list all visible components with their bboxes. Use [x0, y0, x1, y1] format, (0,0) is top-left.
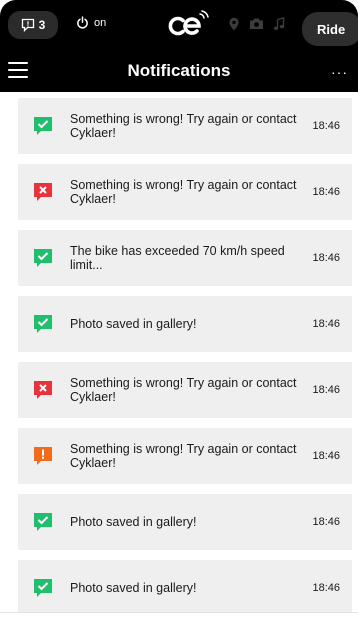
check-icon — [34, 315, 52, 333]
notification-item[interactable]: Photo saved in gallery! 18:46 — [18, 296, 352, 352]
location-pin-icon — [229, 17, 239, 31]
notification-time: 18:46 — [312, 186, 340, 198]
notification-item[interactable]: Something is wrong! Try again or contact… — [18, 428, 352, 484]
notification-time: 18:46 — [312, 516, 340, 528]
notification-item[interactable]: The bike has exceeded 70 km/h speed limi… — [18, 230, 352, 286]
notification-item[interactable]: Photo saved in gallery! 18:46 — [18, 494, 352, 550]
header-bar: Notifications ··· — [0, 52, 358, 92]
status-bar: 3 on Ride — [0, 0, 358, 52]
cyklaer-logo-icon — [168, 10, 209, 36]
check-icon — [34, 117, 52, 135]
camera-icon — [250, 18, 263, 29]
bottom-edge — [0, 612, 358, 631]
notification-time: 18:46 — [312, 450, 340, 462]
notification-count: 3 — [38, 18, 46, 32]
x-icon — [34, 183, 52, 201]
power-label: on — [94, 16, 107, 29]
music-note-icon — [273, 17, 285, 30]
message-alert-icon — [21, 18, 34, 32]
ride-button[interactable]: Ride — [302, 12, 358, 46]
notification-time: 18:46 — [312, 582, 340, 594]
notification-message: Something is wrong! Try again or contact… — [70, 376, 297, 404]
notification-message: Something is wrong! Try again or contact… — [70, 442, 297, 470]
notification-time: 18:46 — [312, 252, 340, 264]
exclamation-icon — [34, 447, 52, 465]
notification-item[interactable]: Something is wrong! Try again or contact… — [18, 164, 352, 220]
notification-message: Photo saved in gallery! — [70, 515, 197, 529]
notification-message: Something is wrong! Try again or contact… — [70, 178, 297, 206]
notification-count-button[interactable]: 3 — [8, 11, 58, 39]
power-icon — [77, 16, 88, 29]
power-toggle[interactable]: on — [76, 16, 106, 29]
check-icon — [34, 249, 52, 267]
page-title: Notifications — [127, 61, 231, 80]
check-icon — [34, 579, 52, 597]
notification-item[interactable]: Photo saved in gallery! 18:46 — [18, 560, 352, 616]
notification-message: Photo saved in gallery! — [70, 317, 197, 331]
notification-message: Photo saved in gallery! — [70, 581, 197, 595]
check-icon — [34, 513, 52, 531]
notification-time: 18:46 — [312, 384, 340, 396]
notification-time: 18:46 — [312, 120, 340, 132]
more-options-button[interactable]: ··· — [331, 64, 348, 80]
notification-time: 18:46 — [312, 318, 340, 330]
status-icons — [228, 17, 285, 31]
notification-item[interactable]: Something is wrong! Try again or contact… — [18, 362, 352, 418]
notification-message: Something is wrong! Try again or contact… — [70, 112, 297, 140]
notification-message: The bike has exceeded 70 km/h speed limi… — [70, 244, 285, 272]
x-icon — [34, 381, 52, 399]
notification-list: Something is wrong! Try again or contact… — [18, 98, 352, 626]
notification-item[interactable]: Something is wrong! Try again or contact… — [18, 98, 352, 154]
